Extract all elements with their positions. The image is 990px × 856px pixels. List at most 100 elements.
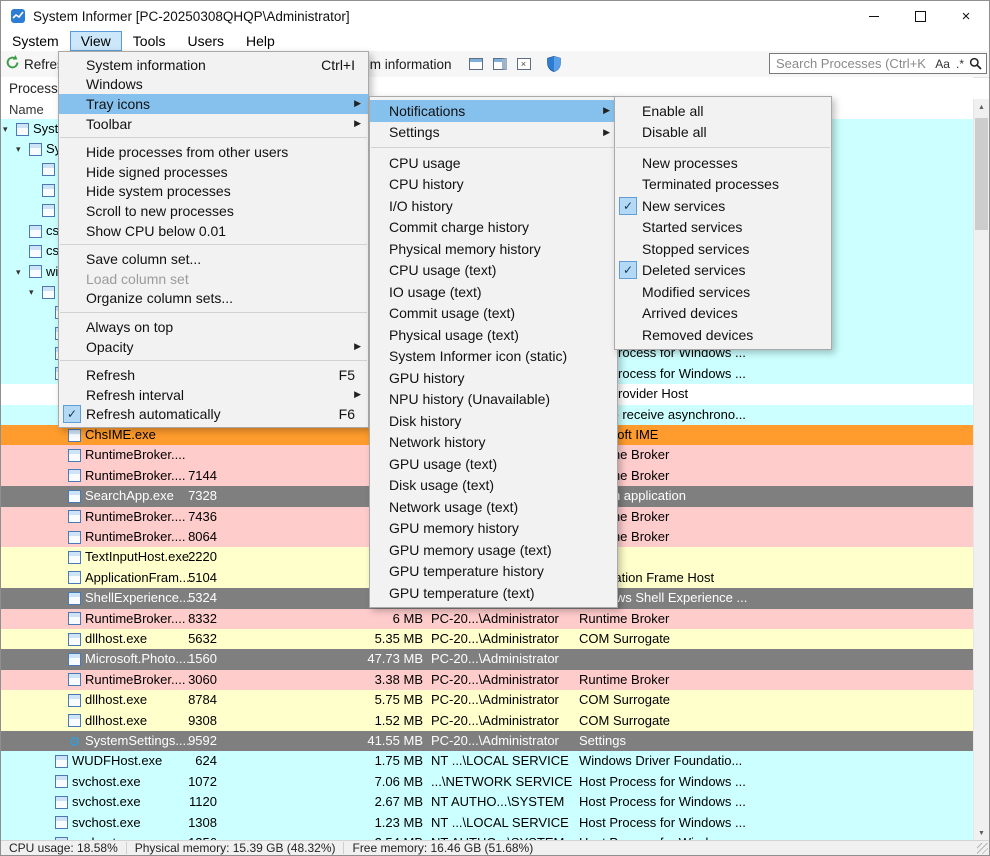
menu-item-gpu-usage-text[interactable]: GPU usage (text) — [370, 453, 617, 475]
pane-close-icon[interactable]: × — [515, 56, 532, 71]
menu-item-cpu-usage-text[interactable]: CPU usage (text) — [370, 260, 617, 282]
menu-item-refresh[interactable]: Refresh F5 — [59, 365, 368, 385]
menu-item-modified-services[interactable]: Modified services — [615, 281, 831, 303]
process-row-dllhost-exe[interactable]: dllhost.exe 9308 1.52 MB PC-20...\Administr… — [1, 710, 973, 731]
menu-item-organize-column-sets[interactable]: Organize column sets... — [59, 289, 368, 309]
scrollbar-thumb[interactable] — [975, 118, 988, 230]
process-description: Runtime Broker — [579, 467, 670, 483]
menu-item-gpu-temperature-history[interactable]: GPU temperature history — [370, 561, 617, 583]
menu-item-npu-history-unavailable[interactable]: NPU history (Unavailable) — [370, 389, 617, 411]
regex-toggle[interactable]: .* — [956, 57, 964, 71]
process-row-wudfhost-exe[interactable]: WUDFHost.exe 624 1.75 MB NT ...\LOCAL SERVI… — [1, 751, 973, 772]
menu-item-physical-memory-history[interactable]: Physical memory history — [370, 238, 617, 260]
match-case-toggle[interactable]: Aa — [935, 57, 950, 71]
process-row-runtimebroker[interactable]: RuntimeBroker.... 8332 6 MB PC-20...\Admini… — [1, 608, 973, 629]
menu-item-commit-usage-text[interactable]: Commit usage (text) — [370, 303, 617, 325]
menu-view[interactable]: View — [69, 31, 122, 51]
process-row-runtimebroker[interactable]: RuntimeBroker.... 3060 3.38 MB PC-20...\Adm… — [1, 669, 973, 691]
menu-item-io-usage-text[interactable]: IO usage (text) — [370, 281, 617, 303]
menu-item-windows[interactable]: Windows — [59, 75, 368, 95]
menu-item-enable-all[interactable]: Enable all — [615, 100, 831, 122]
process-user-name: PC-20...\Administrator — [431, 651, 559, 667]
menu-item-system-information[interactable]: System information Ctrl+I — [59, 55, 368, 75]
maximize-button[interactable] — [897, 1, 943, 31]
process-row-dllhost-exe[interactable]: dllhost.exe 8784 5.75 MB PC-20...\Administr… — [1, 690, 973, 711]
process-private-bytes: 41.55 MB — [367, 733, 423, 748]
process-row-svchost-exe[interactable]: svchost.exe 1120 2.67 MB NT AUTHO...\SYSTEM… — [1, 792, 973, 813]
refresh-icon — [5, 55, 20, 73]
menu-item-cpu-history[interactable]: CPU history — [370, 174, 617, 196]
status-cpu-usage: CPU usage: 18.58% — [9, 841, 118, 855]
menu-item-always-on-top[interactable]: Always on top — [59, 317, 368, 337]
menu-item-gpu-memory-usage-text[interactable]: GPU memory usage (text) — [370, 539, 617, 561]
shield-icon[interactable] — [545, 55, 562, 72]
menu-users[interactable]: Users — [176, 31, 235, 51]
menu-item-tray-icons[interactable]: Tray icons ▶ — [59, 94, 368, 114]
close-button[interactable]: × — [943, 1, 989, 31]
menu-item-toolbar[interactable]: Toolbar ▶ — [59, 114, 368, 134]
process-icon — [42, 204, 55, 218]
menu-item-hide-processes-from-other-users[interactable]: Hide processes from other users — [59, 142, 368, 162]
menu-item-notifications[interactable]: Notifications ▶ — [370, 100, 617, 122]
tree-expander-icon[interactable]: ▾ — [16, 139, 29, 159]
menu-item-disk-usage-text[interactable]: Disk usage (text) — [370, 475, 617, 497]
menu-item-stopped-services[interactable]: Stopped services — [615, 238, 831, 260]
menu-item-gpu-memory-history[interactable]: GPU memory history — [370, 518, 617, 540]
column-header-name[interactable]: Name — [1, 102, 44, 117]
menu-item-physical-usage-text[interactable]: Physical usage (text) — [370, 324, 617, 346]
menu-item-show-cpu-below-0-01[interactable]: Show CPU below 0.01 — [59, 221, 368, 241]
menu-item-load-column-set[interactable]: Load column set — [59, 269, 368, 289]
status-free-memory: Free memory: 16.46 GB (51.68%) — [352, 841, 534, 855]
menu-item-commit-charge-history[interactable]: Commit charge history — [370, 217, 617, 239]
tree-expander-icon[interactable]: ▾ — [3, 119, 16, 139]
process-icon — [55, 755, 68, 769]
menu-item-disable-all[interactable]: Disable all — [615, 122, 831, 144]
scroll-down-icon[interactable]: ▼ — [974, 825, 989, 841]
menu-item-system-informer-icon-static[interactable]: System Informer icon (static) — [370, 346, 617, 368]
menu-item-arrived-devices[interactable]: Arrived devices — [615, 303, 831, 325]
search-icon[interactable] — [969, 57, 982, 70]
window-title: System Informer [PC-20250308QHQP\Adminis… — [33, 8, 350, 24]
menu-item-network-usage-text[interactable]: Network usage (text) — [370, 496, 617, 518]
menu-item-hide-signed-processes[interactable]: Hide signed processes — [59, 162, 368, 182]
menu-system[interactable]: System — [1, 31, 70, 51]
process-description: Runtime Broker — [579, 529, 670, 544]
menu-item-hide-system-processes[interactable]: Hide system processes — [59, 182, 368, 202]
menu-item-started-services[interactable]: Started services — [615, 217, 831, 239]
process-row-systemsettings[interactable]: ⚙ SystemSettings.... 9592 41.55 MB PC-20...\… — [1, 731, 973, 752]
process-row-microsoft-photo[interactable]: Microsoft.Photo.... 1560 47.73 MB PC-20...\… — [1, 649, 973, 670]
menu-item-i-o-history[interactable]: I/O history — [370, 195, 617, 217]
menu-item-label: CPU usage (text) — [389, 262, 497, 279]
menu-help[interactable]: Help — [235, 31, 286, 51]
tree-expander-icon[interactable]: ▾ — [16, 262, 29, 282]
menu-item-cpu-usage[interactable]: CPU usage — [370, 152, 617, 174]
process-row-svchost-exe[interactable]: svchost.exe 1308 1.23 MB NT ...\LOCAL SERVI… — [1, 812, 973, 833]
menu-item-gpu-history[interactable]: GPU history — [370, 367, 617, 389]
menu-tools[interactable]: Tools — [122, 31, 177, 51]
menu-item-new-processes[interactable]: New processes — [615, 152, 831, 174]
resize-grip[interactable] — [977, 843, 988, 854]
menu-item-gpu-temperature-text[interactable]: GPU temperature (text) — [370, 582, 617, 604]
scroll-up-icon[interactable]: ▲ — [974, 99, 989, 115]
menu-item-refresh-interval[interactable]: Refresh interval ▶ — [59, 385, 368, 405]
process-row-dllhost-exe[interactable]: dllhost.exe 5632 5.35 MB PC-20...\Administr… — [1, 629, 973, 650]
menu-item-disk-history[interactable]: Disk history — [370, 410, 617, 432]
panes-icon[interactable] — [467, 56, 484, 71]
pane-split-icon[interactable] — [491, 56, 508, 71]
menu-item-scroll-to-new-processes[interactable]: Scroll to new processes — [59, 201, 368, 221]
menu-item-opacity[interactable]: Opacity ▶ — [59, 337, 368, 357]
menu-item-settings[interactable]: Settings ▶ — [370, 122, 617, 144]
menu-item-network-history[interactable]: Network history — [370, 432, 617, 454]
minimize-button[interactable] — [851, 1, 897, 31]
menu-item-terminated-processes[interactable]: Terminated processes — [615, 174, 831, 196]
vertical-scrollbar[interactable]: ▲ ▼ — [973, 99, 989, 841]
search-input[interactable] — [770, 56, 933, 71]
process-row-svchost-exe[interactable]: svchost.exe 1072 7.06 MB ...\NETWORK SERVIC… — [1, 771, 973, 793]
menu-item-deleted-services[interactable]: ✓ Deleted services — [615, 260, 831, 282]
menu-item-save-column-set[interactable]: Save column set... — [59, 249, 368, 269]
menu-item-removed-devices[interactable]: Removed devices — [615, 324, 831, 346]
menu-item-refresh-automatically[interactable]: ✓ Refresh automatically F6 — [59, 405, 368, 425]
tree-expander-icon[interactable]: ▾ — [29, 282, 42, 302]
menu-item-label: Stopped services — [642, 240, 750, 257]
menu-item-new-services[interactable]: ✓ New services — [615, 195, 831, 217]
